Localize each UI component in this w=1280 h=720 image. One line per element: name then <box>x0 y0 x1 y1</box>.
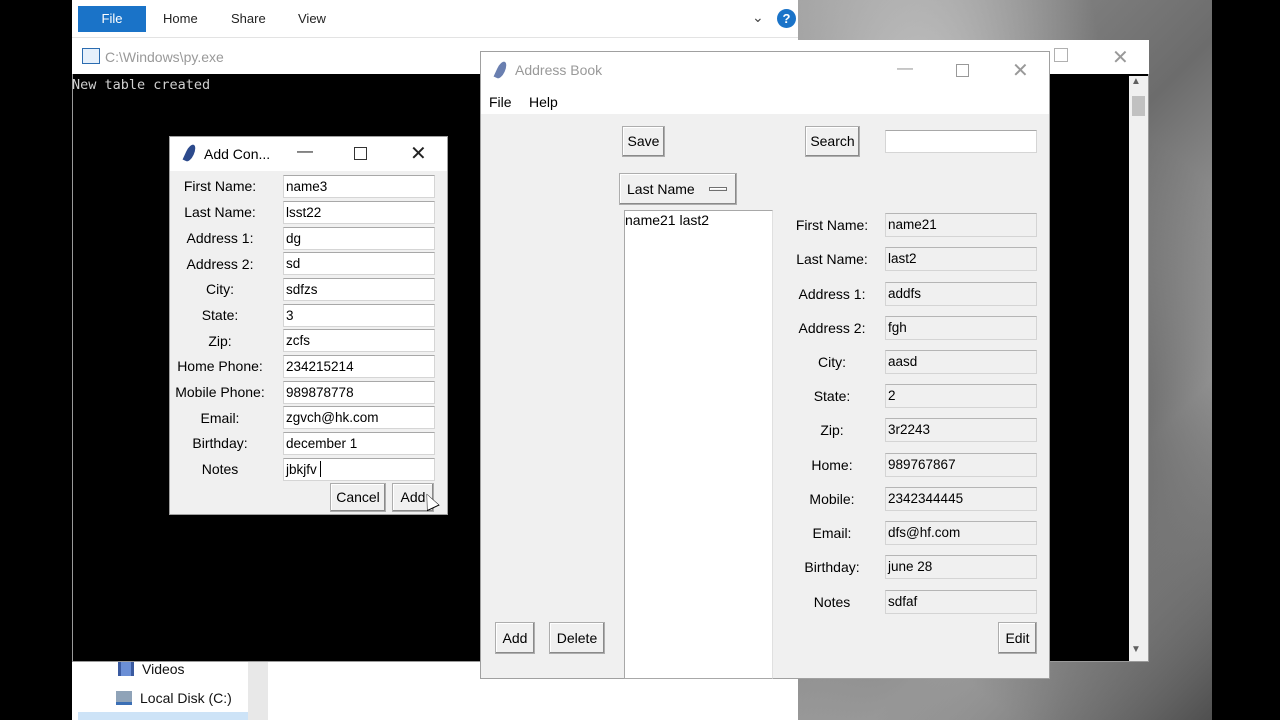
detail-address1-label: Address 1: <box>798 286 866 302</box>
detail-city-label: City: <box>818 354 846 370</box>
address1-field[interactable]: dg <box>283 227 435 250</box>
mobile-phone-label: Mobile Phone: <box>175 384 265 400</box>
detail-email-label: Email: <box>812 525 852 541</box>
first-name-field[interactable]: name3 <box>283 175 435 198</box>
minimize-icon[interactable]: — <box>897 60 913 78</box>
nav-item-label: Videos <box>142 661 185 677</box>
delete-button[interactable]: Delete <box>549 622 605 654</box>
maximize-icon[interactable] <box>354 147 367 160</box>
detail-state-value: 2 <box>885 384 1037 408</box>
console-app-icon <box>82 48 100 64</box>
edit-button[interactable]: Edit <box>998 622 1037 654</box>
first-name-label: First Name: <box>183 178 257 194</box>
ribbon-tab-home[interactable]: Home <box>163 6 198 32</box>
drive-icon <box>116 691 132 705</box>
nav-item-local-disk[interactable]: Local Disk (C:) <box>116 690 232 706</box>
detail-last-name-label: Last Name: <box>796 251 868 267</box>
nav-item-label: Local Disk (C:) <box>140 690 232 706</box>
console-scrollbar[interactable] <box>1129 76 1148 661</box>
detail-first-name-value: name21 <box>885 213 1037 237</box>
contact-listbox[interactable] <box>624 210 773 679</box>
cancel-button[interactable]: Cancel <box>330 483 386 512</box>
videos-folder-icon <box>118 662 134 676</box>
nav-item-videos[interactable]: Videos <box>118 661 185 677</box>
detail-address2-value: fgh <box>885 316 1037 340</box>
detail-home-value: 989767867 <box>885 453 1037 477</box>
help-icon[interactable]: ? <box>777 9 796 28</box>
maximize-icon[interactable] <box>1054 48 1068 62</box>
close-icon[interactable]: ✕ <box>410 141 427 166</box>
detail-birthday-value: june 28 <box>885 555 1037 579</box>
city-label: City: <box>206 281 234 297</box>
close-icon[interactable]: ✕ <box>1112 45 1129 70</box>
add-button[interactable]: Add <box>495 622 535 654</box>
address2-field[interactable]: sd <box>283 252 435 275</box>
save-button[interactable]: Save <box>622 126 665 157</box>
text-caret <box>320 461 321 477</box>
ribbon-tab-file[interactable]: File <box>78 6 146 32</box>
minimize-icon[interactable]: — <box>297 143 313 161</box>
detail-home-label: Home: <box>811 457 853 473</box>
detail-state-label: State: <box>813 388 851 404</box>
detail-email-value: dfs@hf.com <box>885 521 1037 545</box>
ribbon-tab-share[interactable]: Share <box>231 6 266 32</box>
birthday-label: Birthday: <box>192 435 248 451</box>
menu-file[interactable]: File <box>489 94 512 110</box>
detail-address1-value: addfs <box>885 282 1037 306</box>
last-name-field[interactable]: lsst22 <box>283 201 435 224</box>
home-phone-field[interactable]: 234215214 <box>283 355 435 378</box>
explorer-splitter[interactable] <box>248 660 268 720</box>
scroll-up-icon[interactable]: ▲ <box>1131 76 1141 87</box>
detail-address2-label: Address 2: <box>798 320 866 336</box>
address2-label: Address 2: <box>186 256 254 272</box>
detail-mobile-label: Mobile: <box>809 491 855 507</box>
maximize-icon[interactable] <box>956 64 969 77</box>
search-input[interactable] <box>885 130 1037 153</box>
birthday-field[interactable]: december 1 <box>283 432 435 455</box>
console-title: C:\Windows\py.exe <box>105 49 224 65</box>
home-phone-label: Home Phone: <box>177 358 263 374</box>
option-menu-indicator-icon <box>709 187 727 191</box>
last-name-label: Last Name: <box>184 204 256 220</box>
nav-selection <box>78 712 248 720</box>
notes-label: Notes <box>201 461 239 477</box>
notes-field[interactable]: jbkjfv <box>283 458 435 481</box>
desktop-background <box>0 0 72 720</box>
city-field[interactable]: sdfzs <box>283 278 435 301</box>
detail-city-value: aasd <box>885 350 1037 374</box>
detail-birthday-label: Birthday: <box>804 559 860 575</box>
email-label: Email: <box>200 410 240 426</box>
sort-option-menu[interactable]: Last Name <box>619 173 737 205</box>
search-button[interactable]: Search <box>805 126 860 157</box>
state-field[interactable]: 3 <box>283 304 435 327</box>
ribbon-tab-view[interactable]: View <box>298 6 326 32</box>
list-item[interactable]: name21 last2 <box>625 212 709 228</box>
scroll-down-icon[interactable]: ▼ <box>1131 644 1141 655</box>
zip-label: Zip: <box>208 333 232 349</box>
email-field[interactable]: zgvch@hk.com <box>283 406 435 429</box>
detail-first-name-label: First Name: <box>795 217 869 233</box>
menu-bar <box>481 88 1049 114</box>
detail-notes-value: sdfaf <box>885 590 1037 614</box>
detail-zip-label: Zip: <box>820 422 844 438</box>
chevron-down-icon[interactable]: ⌄ <box>752 9 764 26</box>
address1-label: Address 1: <box>186 230 254 246</box>
desktop-background-right <box>1212 0 1280 720</box>
state-label: State: <box>201 307 239 323</box>
menu-help[interactable]: Help <box>529 94 558 110</box>
scrollbar-thumb[interactable] <box>1132 96 1145 116</box>
add-contact-title: Add Con... <box>204 146 271 162</box>
close-icon[interactable]: ✕ <box>1012 58 1029 83</box>
detail-zip-value: 3r2243 <box>885 418 1037 442</box>
detail-mobile-value: 2342344445 <box>885 487 1037 511</box>
address-book-title: Address Book <box>515 62 603 78</box>
detail-last-name-value: last2 <box>885 247 1037 271</box>
console-output: New table created <box>72 77 211 93</box>
mobile-phone-field[interactable]: 989878778 <box>283 381 435 404</box>
zip-field[interactable]: zcfs <box>283 329 435 352</box>
detail-notes-label: Notes <box>813 594 851 610</box>
sort-option-label: Last Name <box>627 181 695 197</box>
